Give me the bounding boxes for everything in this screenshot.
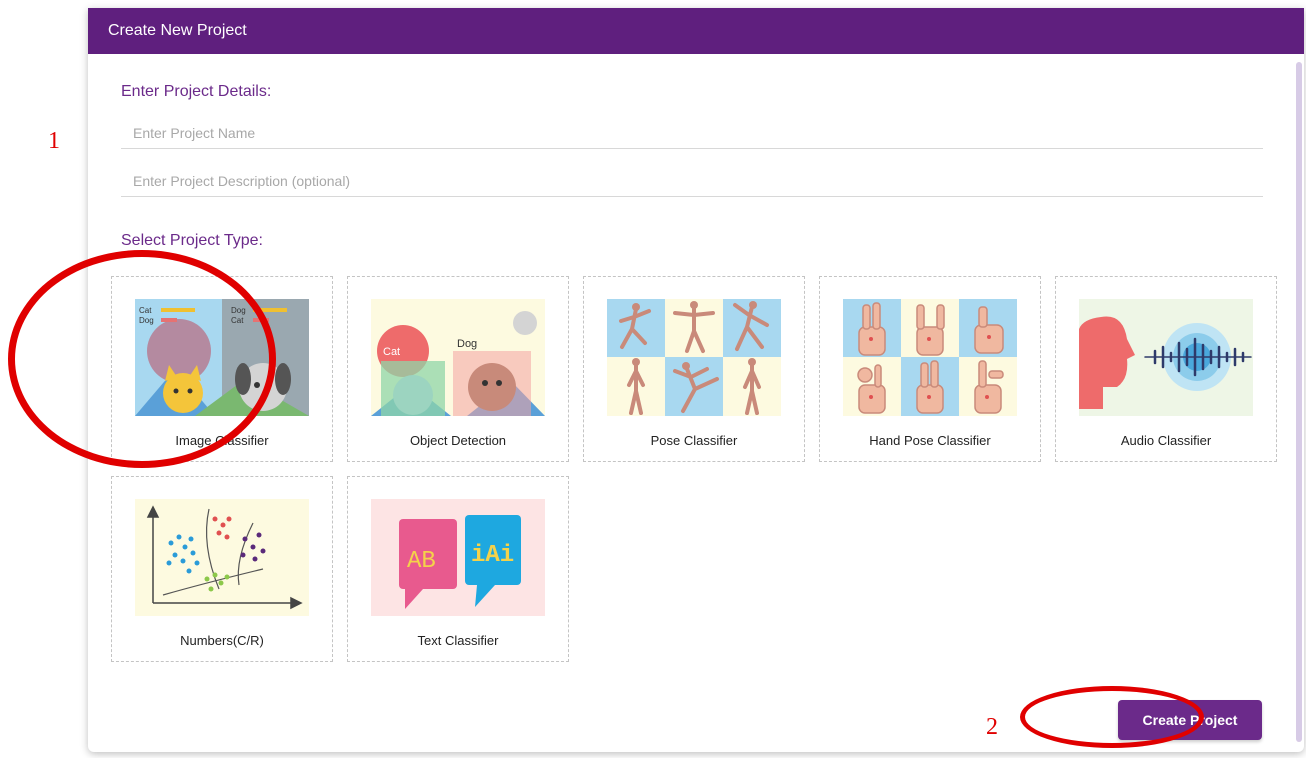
project-name-field xyxy=(121,118,1275,149)
annotation-ring-create-button xyxy=(1020,686,1204,748)
object-detection-icon: Cat Dog xyxy=(371,299,545,416)
project-type-audio-classifier[interactable]: Audio Classifier xyxy=(1055,276,1277,462)
project-type-hand-pose-classifier[interactable]: Hand Pose Classifier xyxy=(819,276,1041,462)
audio-classifier-icon xyxy=(1079,299,1253,416)
project-type-object-detection[interactable]: Cat Dog Object Detection xyxy=(347,276,569,462)
svg-text:AB: AB xyxy=(407,548,436,575)
project-type-text-classifier[interactable]: AB iAi Text Classifier xyxy=(347,476,569,662)
project-type-label-text: Object Detection xyxy=(409,433,507,448)
project-type-label-text: Pose Classifier xyxy=(650,433,738,448)
project-name-input[interactable] xyxy=(121,118,1275,148)
annotation-step-2: 2 xyxy=(986,714,998,740)
annotation-step-1: 1 xyxy=(48,128,60,154)
pose-classifier-icon xyxy=(607,299,781,416)
annotation-ring-image-classifier xyxy=(8,250,276,468)
svg-text:Cat: Cat xyxy=(383,346,400,358)
text-classifier-icon: AB iAi xyxy=(371,499,545,616)
project-type-label-text: Audio Classifier xyxy=(1120,433,1212,448)
svg-text:iAi: iAi xyxy=(471,542,514,569)
svg-text:Dog: Dog xyxy=(457,338,477,350)
modal-title: Create New Project xyxy=(88,8,1304,54)
project-type-numbers[interactable]: Numbers(C/R) xyxy=(111,476,333,662)
project-type-pose-classifier[interactable]: Pose Classifier xyxy=(583,276,805,462)
project-type-label: Select Project Type: xyxy=(121,232,263,249)
project-type-label-text: Numbers(C/R) xyxy=(180,633,264,648)
numbers-icon xyxy=(135,499,309,616)
modal-scrollbar[interactable] xyxy=(1296,62,1302,742)
hand-pose-classifier-icon xyxy=(843,299,1017,416)
project-details-label: Enter Project Details: xyxy=(121,83,272,100)
project-description-field xyxy=(121,166,1275,197)
project-type-label-text: Text Classifier xyxy=(417,633,499,648)
project-type-label-text: Hand Pose Classifier xyxy=(869,433,991,448)
top-strip xyxy=(0,0,1306,8)
project-description-input[interactable] xyxy=(121,166,1275,196)
